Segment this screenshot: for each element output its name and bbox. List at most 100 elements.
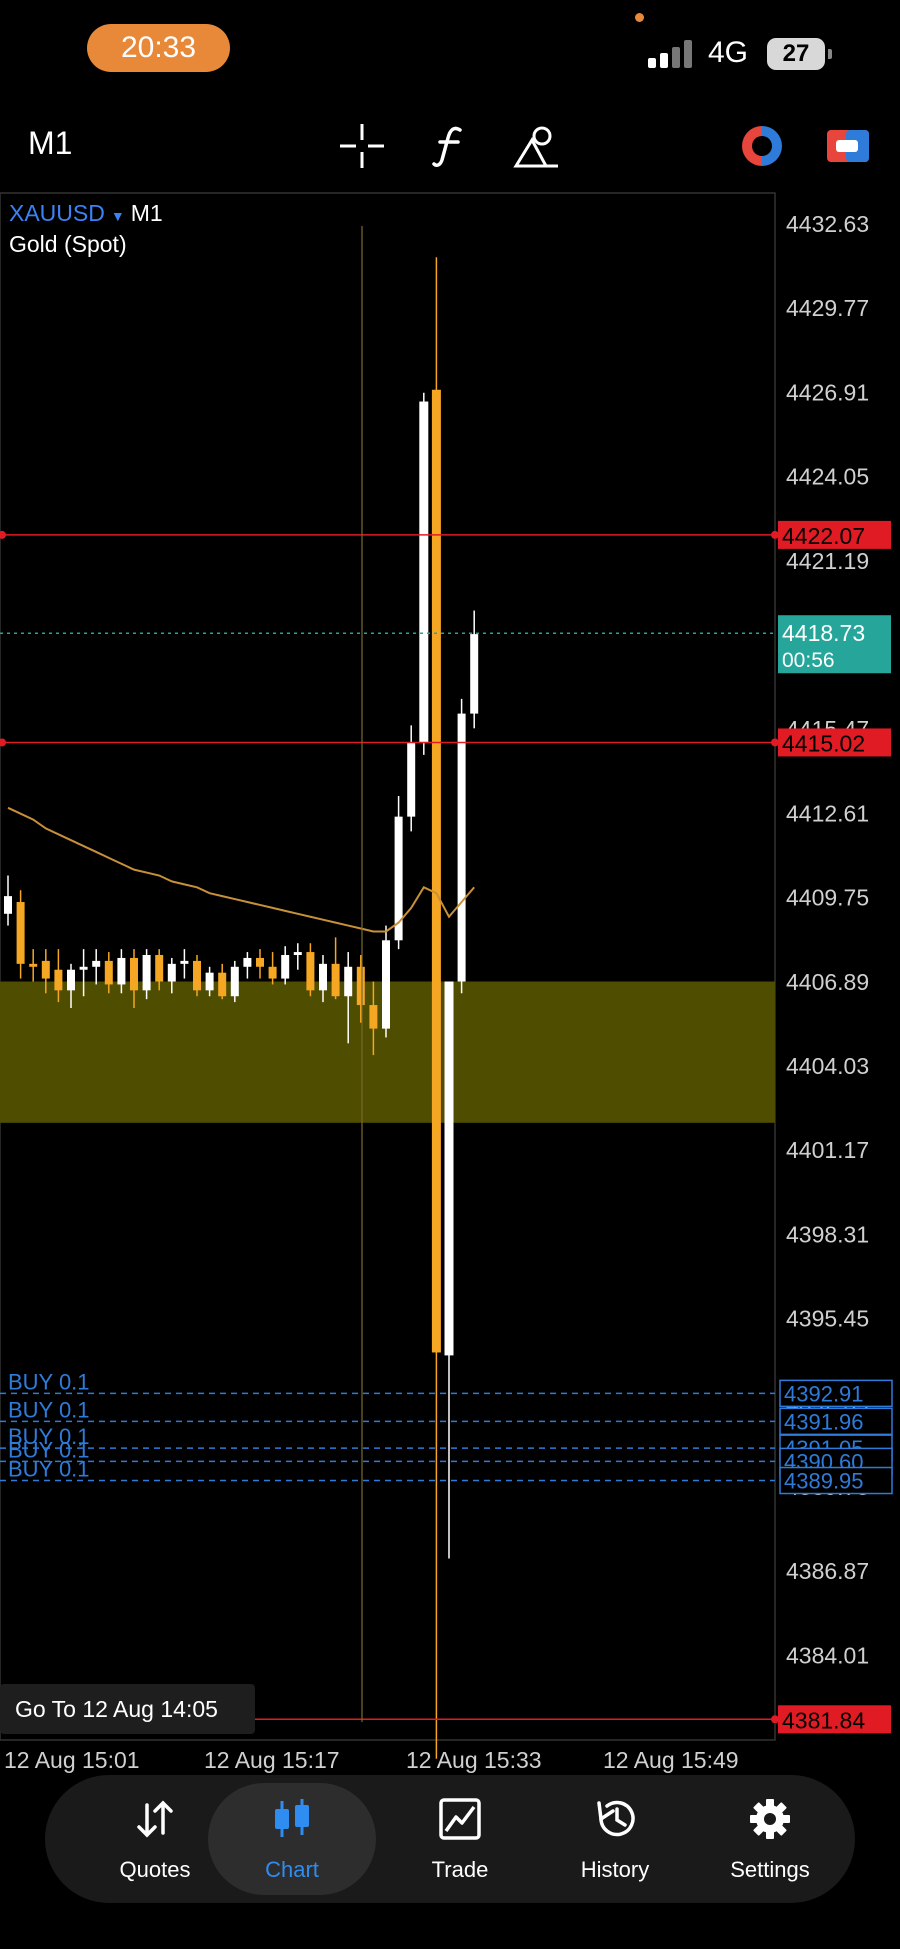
candle bbox=[281, 946, 290, 985]
candle bbox=[382, 925, 390, 1038]
candle-body bbox=[167, 963, 176, 982]
nav-chart[interactable]: Chart bbox=[208, 1783, 376, 1895]
symbol-description: Gold (Spot) bbox=[9, 231, 127, 257]
price-tick-label: 4424.05 bbox=[786, 464, 869, 490]
price-tick-label: 4386.87 bbox=[786, 1558, 869, 1584]
symbol-timeframe: M1 bbox=[130, 200, 163, 226]
nav-label: Settings bbox=[730, 1857, 810, 1882]
candle-body bbox=[306, 952, 315, 991]
candle bbox=[218, 963, 227, 1000]
candle bbox=[394, 796, 403, 950]
line-handle bbox=[771, 530, 779, 539]
candle-body bbox=[243, 957, 252, 967]
price-tag-label: 4422.07 bbox=[782, 523, 865, 549]
price-tick-label: 4395.45 bbox=[786, 1306, 869, 1332]
candle-body bbox=[457, 713, 466, 982]
candle-body bbox=[470, 634, 479, 714]
candle-body bbox=[104, 960, 113, 985]
candle bbox=[470, 610, 479, 729]
candle bbox=[431, 257, 441, 1759]
moving-average-line bbox=[7, 806, 475, 933]
order-line-label: BUY 0.1 bbox=[8, 1457, 90, 1482]
price-tick-label: 4398.31 bbox=[786, 1221, 869, 1247]
candle-body bbox=[344, 966, 353, 997]
candle-body bbox=[218, 972, 227, 997]
candle-body bbox=[205, 972, 214, 991]
order-price-label: 4391.96 bbox=[784, 1409, 864, 1434]
time-tick-label: 12 Aug 15:33 bbox=[406, 1747, 542, 1773]
nav-label: Trade bbox=[431, 1857, 489, 1882]
candle-body bbox=[117, 957, 126, 985]
quotes-icon bbox=[137, 1800, 173, 1838]
candle-body bbox=[230, 966, 239, 997]
candle bbox=[306, 943, 315, 997]
candle-body bbox=[356, 966, 365, 1006]
price-chart[interactable]: 4432.63 4429.77 4426.91 4424.05 4421.19 4418.… bbox=[0, 0, 900, 1780]
order-line-label: BUY 0.1 bbox=[8, 1369, 90, 1394]
candle bbox=[16, 890, 25, 979]
candle-body bbox=[407, 743, 416, 817]
candle bbox=[444, 981, 454, 1559]
price-tick-label: 4421.19 bbox=[786, 548, 869, 574]
candle-body bbox=[130, 957, 138, 991]
candle bbox=[29, 949, 38, 982]
line-handle bbox=[0, 738, 6, 747]
price-tick-label: 4384.01 bbox=[786, 1642, 869, 1668]
symbol-name[interactable]: XAUUSD bbox=[9, 200, 105, 226]
candle bbox=[419, 392, 429, 755]
candle-body bbox=[142, 955, 151, 991]
order-line-label: BUY 0.1 bbox=[8, 1397, 90, 1422]
candle bbox=[180, 949, 189, 979]
candle bbox=[92, 949, 101, 985]
price-tag-label: 4381.84 bbox=[782, 1707, 865, 1733]
candle-body bbox=[369, 1005, 378, 1029]
candle-body bbox=[180, 960, 189, 964]
price-tick-label: 4429.77 bbox=[786, 295, 869, 321]
nav-trade[interactable]: Trade bbox=[385, 1775, 535, 1903]
candle-body bbox=[54, 969, 63, 991]
candle-body bbox=[281, 955, 290, 979]
candle bbox=[230, 960, 239, 1003]
goto-date-button[interactable]: Go To 12 Aug 14:05 bbox=[0, 1684, 255, 1734]
price-tick-label: 4432.63 bbox=[786, 211, 869, 237]
candle bbox=[293, 943, 302, 970]
line-handle bbox=[771, 1715, 779, 1724]
candle-body bbox=[256, 957, 264, 967]
time-tick-label: 12 Aug 15:01 bbox=[4, 1747, 140, 1773]
candle bbox=[331, 937, 340, 1000]
candle-body bbox=[331, 963, 340, 997]
order-price-label: 4392.91 bbox=[784, 1381, 864, 1406]
trade-icon bbox=[439, 1798, 481, 1840]
candle bbox=[268, 952, 277, 985]
candle-body bbox=[67, 969, 75, 991]
candle-body bbox=[419, 401, 429, 744]
chart-symbol-selector[interactable]: XAUUSD ▼ M1 bbox=[9, 200, 163, 227]
candle-body bbox=[92, 960, 101, 967]
candle bbox=[243, 952, 252, 979]
candle-body bbox=[382, 940, 390, 1029]
price-tag-label: 4415.02 bbox=[782, 730, 865, 756]
candle-countdown-label: 00:56 bbox=[782, 649, 835, 672]
candle-body bbox=[268, 966, 277, 979]
candle bbox=[256, 949, 264, 979]
nav-history[interactable]: History bbox=[540, 1775, 690, 1903]
candle-body bbox=[16, 902, 25, 964]
candle-body bbox=[29, 963, 38, 967]
price-tick-label: 4401.17 bbox=[786, 1137, 869, 1163]
candle-body bbox=[79, 966, 88, 970]
price-tick-label: 4426.91 bbox=[786, 379, 869, 405]
candle-body bbox=[319, 963, 327, 991]
candle-body bbox=[4, 896, 12, 914]
nav-label: History bbox=[580, 1857, 650, 1882]
line-handle bbox=[0, 530, 6, 539]
current-price-label: 4418.73 bbox=[782, 620, 865, 646]
price-tick-label: 4409.75 bbox=[786, 885, 869, 911]
price-tick-label: 4412.61 bbox=[786, 800, 869, 826]
nav-label: Chart bbox=[265, 1857, 319, 1882]
time-tick-label: 12 Aug 15:17 bbox=[204, 1747, 340, 1773]
bottom-navigation: Quotes Chart Trade History Settings bbox=[45, 1775, 855, 1903]
candle bbox=[407, 725, 416, 832]
nav-settings[interactable]: Settings bbox=[695, 1775, 845, 1903]
candle-body bbox=[444, 981, 454, 1356]
candle-body bbox=[293, 952, 302, 956]
